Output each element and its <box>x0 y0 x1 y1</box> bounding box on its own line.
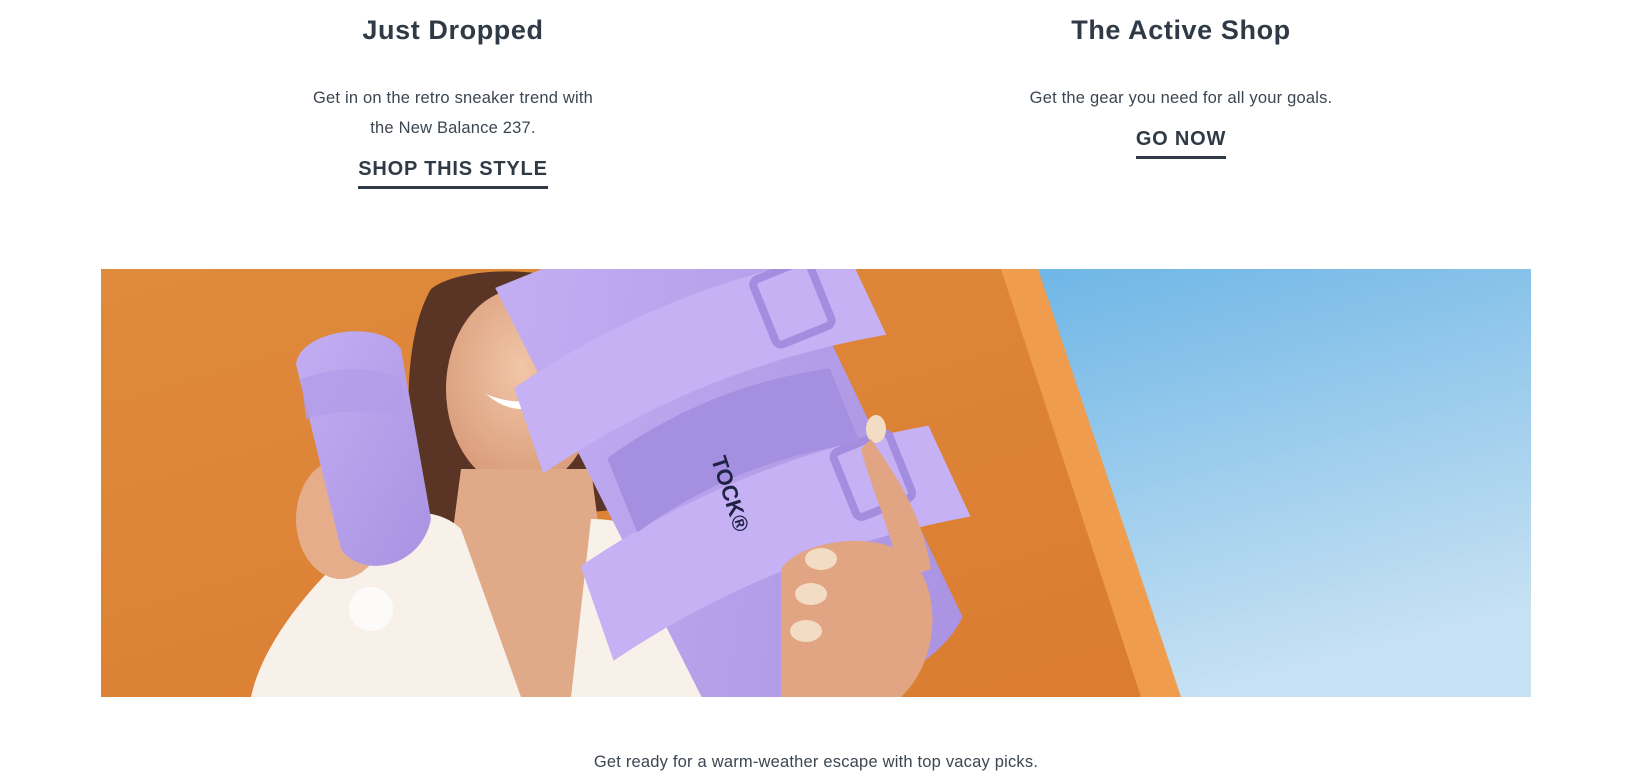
hero-illustration: TOCK® <box>101 269 1531 697</box>
promo-active-shop: The Active Shop Get the gear you need fo… <box>1000 0 1362 159</box>
hero-banner-image[interactable]: TOCK® <box>101 269 1531 697</box>
page: Just Dropped Get in on the retro sneaker… <box>0 0 1632 773</box>
go-now-link[interactable]: GO NOW <box>1135 126 1227 159</box>
hero-caption: Get ready for a warm-weather escape with… <box>593 752 1039 771</box>
promo-title: The Active Shop <box>1071 15 1291 45</box>
shop-this-style-link[interactable]: SHOP THIS STYLE <box>358 156 548 189</box>
promo-title: Just Dropped <box>362 15 544 45</box>
promo-description: Get in on the retro sneaker trend with t… <box>313 89 593 137</box>
promo-just-dropped: Just Dropped Get in on the retro sneaker… <box>302 0 604 189</box>
promo-description: Get the gear you need for all your goals… <box>1029 89 1333 107</box>
